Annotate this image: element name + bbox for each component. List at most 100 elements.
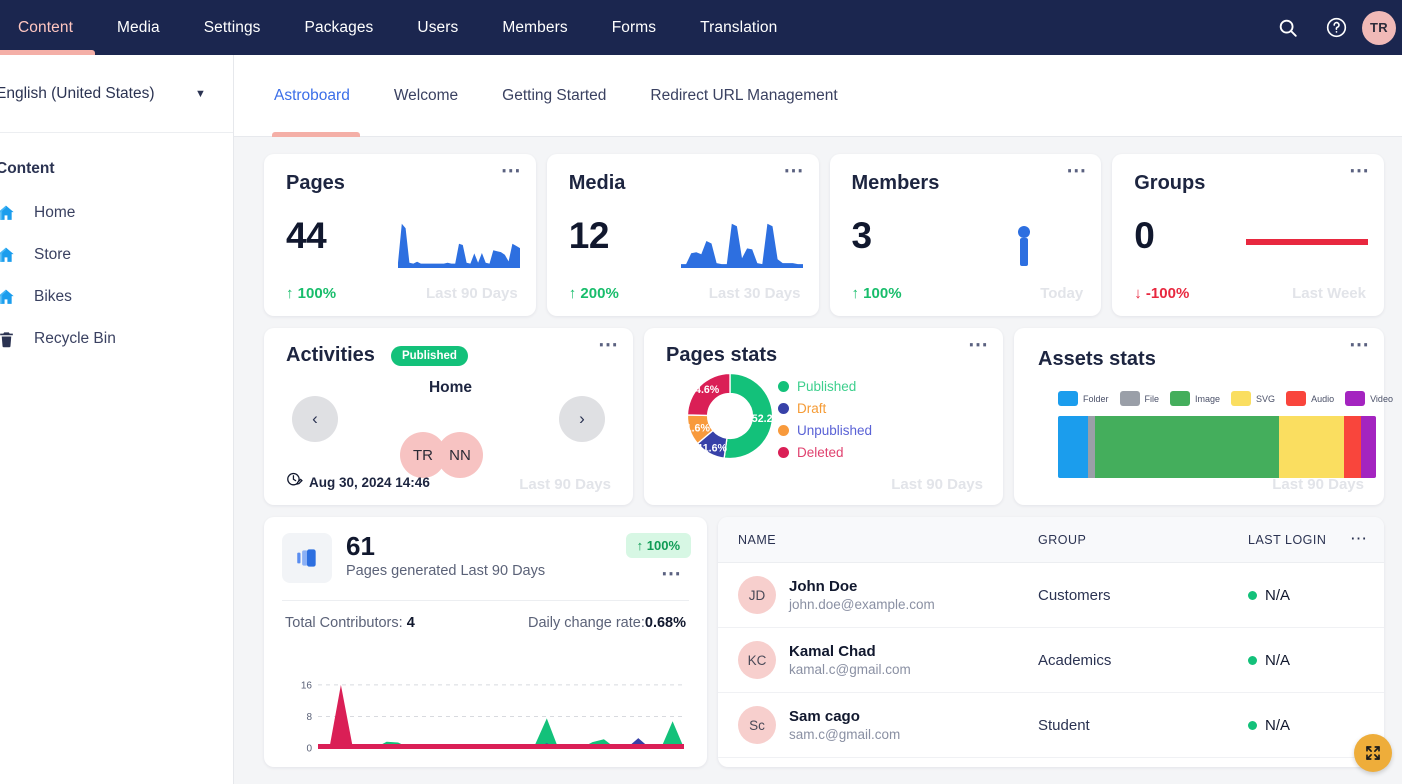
- avatar: Sc: [738, 706, 776, 744]
- sparkline-chart: [1246, 239, 1368, 245]
- legend-item[interactable]: Folder: [1058, 391, 1109, 406]
- activities-date: Aug 30, 2024 14:46: [309, 474, 430, 490]
- assets-bar-segment: [1088, 416, 1096, 478]
- top-nav-item-translation[interactable]: Translation: [678, 0, 799, 55]
- sidebar-item-store[interactable]: Store: [0, 234, 233, 276]
- legend-item[interactable]: Video: [1345, 391, 1393, 406]
- language-selector[interactable]: English (United States) ▼: [0, 55, 233, 133]
- member-name-cell: KC Kamal Chad kamal.c@gmail.com: [738, 641, 1038, 679]
- pages-generated-delta-value: 100%: [646, 538, 680, 553]
- home-icon: [0, 287, 16, 307]
- kpi-period: Today: [1040, 285, 1084, 302]
- kpi-card-pages: Pages ⋯ 44 ↑ 100% Last 90 Days: [264, 154, 536, 316]
- legend-item[interactable]: Audio: [1286, 391, 1334, 406]
- search-icon[interactable]: [1266, 6, 1310, 50]
- top-nav-item-media[interactable]: Media: [95, 0, 182, 55]
- activities-more-icon[interactable]: ⋯: [598, 335, 619, 355]
- top-nav-item-forms[interactable]: Forms: [590, 0, 678, 55]
- middle-cards-row: Activities Published ⋯ Home ‹ › TR NN Au…: [264, 328, 1393, 505]
- members-table-more-icon[interactable]: ⋯: [1350, 529, 1368, 549]
- table-row[interactable]: Sc Sam cago sam.c@gmail.com Student N/A: [718, 693, 1384, 758]
- top-nav-item-settings[interactable]: Settings: [182, 0, 283, 55]
- sidebar-item-home[interactable]: Home: [0, 192, 233, 234]
- top-nav-item-users[interactable]: Users: [395, 0, 480, 55]
- home-icon: [0, 203, 16, 223]
- status-badge: Published: [390, 345, 468, 366]
- legend-item[interactable]: Unpublished: [777, 423, 872, 438]
- help-circle-icon[interactable]: [1314, 6, 1358, 50]
- avatar: JD: [738, 576, 776, 614]
- pages-generated-more-icon[interactable]: ⋯: [661, 564, 681, 584]
- expand-arrows-icon[interactable]: [1354, 734, 1392, 772]
- top-nav-item-members[interactable]: Members: [480, 0, 589, 55]
- kpi-delta: ↑ 100%: [852, 285, 902, 302]
- kpi-title: Members: [851, 172, 940, 194]
- language-label: English (United States): [0, 84, 155, 102]
- pages-stats-period: Last 90 Days: [891, 476, 983, 493]
- kpi-more-icon[interactable]: ⋯: [1349, 161, 1370, 181]
- member-last-login-value: N/A: [1265, 716, 1291, 734]
- legend-item[interactable]: Draft: [777, 401, 872, 416]
- status-dot-icon: [1248, 720, 1257, 730]
- sidebar-item-recycle-bin[interactable]: Recycle Bin: [0, 318, 233, 360]
- legend-label: Audio: [1311, 393, 1335, 404]
- kpi-more-icon[interactable]: ⋯: [501, 161, 522, 181]
- tab-getting-started[interactable]: Getting Started: [480, 55, 628, 137]
- column-header-name[interactable]: NAME: [738, 533, 1038, 547]
- donut-slice-label: 11.6%: [697, 443, 727, 455]
- tab-astroboard[interactable]: Astroboard: [264, 55, 372, 137]
- arrow-up-icon: ↑: [286, 285, 294, 302]
- top-nav-actions: TR: [1266, 0, 1402, 55]
- astroboard-app: Content Media Settings Packages Users Members…: [0, 0, 1402, 784]
- legend-item[interactable]: Published: [777, 379, 872, 394]
- legend-item[interactable]: SVG: [1231, 391, 1275, 406]
- sidebar-item-label: Home: [34, 204, 76, 221]
- kpi-card-members: Members ⋯ 3 ↑ 100% Today: [829, 154, 1102, 316]
- top-nav-item-content[interactable]: Content: [0, 0, 95, 55]
- legend-item[interactable]: Deleted: [777, 445, 872, 460]
- column-header-last-login[interactable]: LAST LOGIN: [1248, 533, 1364, 547]
- activities-footer: Aug 30, 2024 14:46: [286, 471, 430, 493]
- avatar[interactable]: TR: [1362, 10, 1396, 45]
- top-navigation-bar: Content Media Settings Packages Users Members…: [0, 0, 1402, 55]
- trash-icon: [0, 329, 16, 349]
- home-icon: [0, 245, 16, 265]
- assets-bar-segment: [1278, 416, 1345, 478]
- sidebar-item-bikes[interactable]: Bikes: [0, 276, 233, 318]
- pages-generated-area-chart: 0 8 16: [301, 680, 684, 755]
- kpi-delta-value: 200%: [580, 285, 619, 302]
- area-series: [318, 718, 684, 748]
- assets-stats-more-icon[interactable]: ⋯: [1349, 335, 1370, 355]
- member-last-login: N/A: [1248, 717, 1364, 734]
- column-header-group[interactable]: GROUP: [1038, 533, 1248, 547]
- area-series: [318, 684, 684, 748]
- legend-item[interactable]: Image: [1170, 391, 1220, 406]
- svg-text:8: 8: [306, 712, 312, 723]
- table-row[interactable]: JD John Doe john.doe@example.com Customers N…: [718, 563, 1384, 628]
- table-row[interactable]: KC Kamal Chad kamal.c@gmail.com Academics N/…: [718, 628, 1384, 693]
- legend-swatch-icon: [1231, 391, 1252, 406]
- member-group: Student: [1038, 716, 1090, 734]
- member-name: Kamal Chad: [789, 643, 876, 660]
- assets-bar-segment: [1344, 416, 1361, 478]
- avatar[interactable]: NN: [437, 432, 483, 478]
- legend-item[interactable]: File: [1119, 391, 1159, 406]
- legend-label: Video: [1370, 393, 1393, 404]
- chevron-left-icon[interactable]: ‹: [292, 396, 338, 442]
- sidebar-items: Home Store Bikes Recycle Bin: [0, 192, 233, 360]
- avatar: KC: [738, 641, 776, 679]
- tab-welcome[interactable]: Welcome: [372, 55, 480, 137]
- arrow-up-icon: ↑: [568, 285, 577, 302]
- top-nav-item-packages[interactable]: Packages: [283, 0, 396, 55]
- kpi-more-icon[interactable]: ⋯: [1066, 161, 1087, 181]
- tab-redirect-url-management[interactable]: Redirect URL Management: [628, 55, 859, 137]
- legend-swatch-icon: [1345, 391, 1366, 406]
- chevron-right-icon[interactable]: ›: [558, 396, 605, 442]
- donut-slice-label: 24.6%: [689, 384, 720, 396]
- kpi-more-icon[interactable]: ⋯: [784, 161, 805, 181]
- kpi-delta-value: 100%: [297, 285, 337, 302]
- top-nav-items: Content Media Settings Packages Users Members…: [0, 0, 799, 55]
- kpi-title: Groups: [1134, 172, 1206, 194]
- pages-stats-donut-chart: 52.2% 11.6% 11.6% 24.6%: [680, 372, 782, 460]
- pages-stats-more-icon[interactable]: ⋯: [968, 335, 989, 355]
